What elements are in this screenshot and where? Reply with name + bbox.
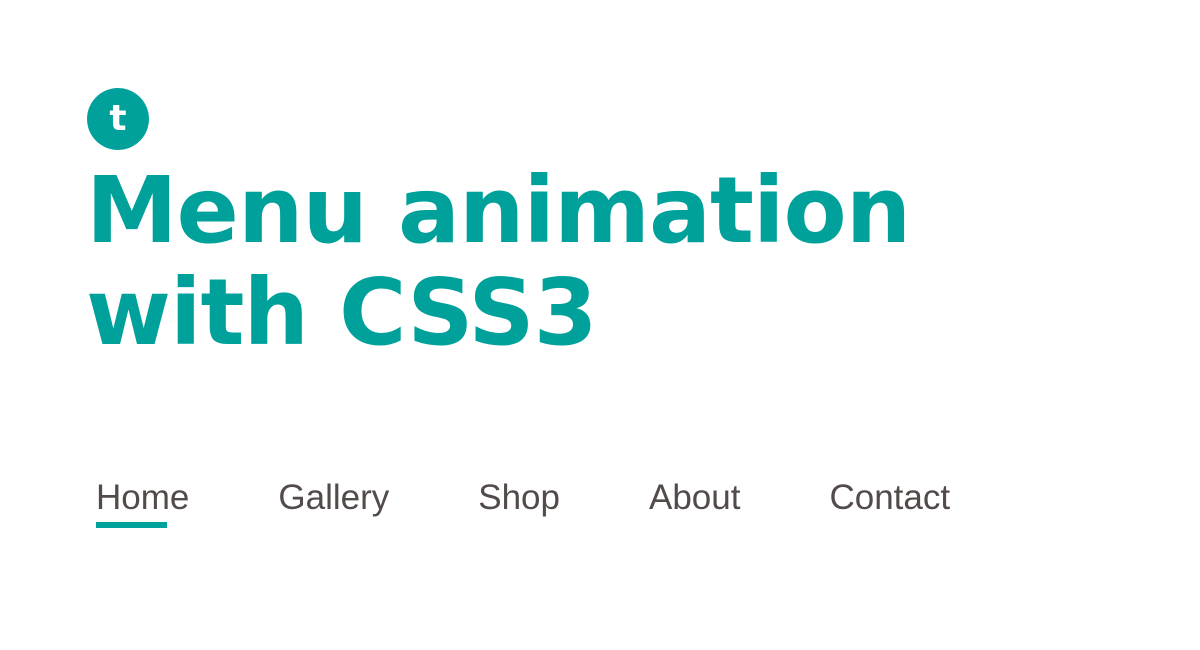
menu-item-label: Shop: [478, 478, 560, 517]
menu-item-gallery[interactable]: Gallery: [278, 476, 389, 520]
menu-item-home[interactable]: Home: [96, 476, 190, 528]
menu-item-label: Home: [96, 478, 190, 517]
title-line-1: Menu animation: [86, 157, 911, 264]
logo-letter: t: [109, 98, 127, 139]
page-title: Menu animation with CSS3: [86, 160, 1136, 364]
menu-item-about[interactable]: About: [649, 476, 740, 520]
menu-item-label: About: [649, 478, 741, 517]
menu-item-label: Gallery: [278, 478, 390, 517]
main-menu: Home Gallery Shop About Contact: [96, 476, 950, 528]
menu-item-contact[interactable]: Contact: [829, 476, 950, 520]
title-line-2: with CSS3: [86, 259, 598, 366]
page: t Menu animation with CSS3 Home Gallery …: [0, 0, 1200, 650]
logo: t: [87, 88, 149, 150]
active-underline: [96, 522, 167, 528]
menu-item-label: Contact: [829, 478, 951, 517]
menu-item-shop[interactable]: Shop: [478, 476, 560, 520]
